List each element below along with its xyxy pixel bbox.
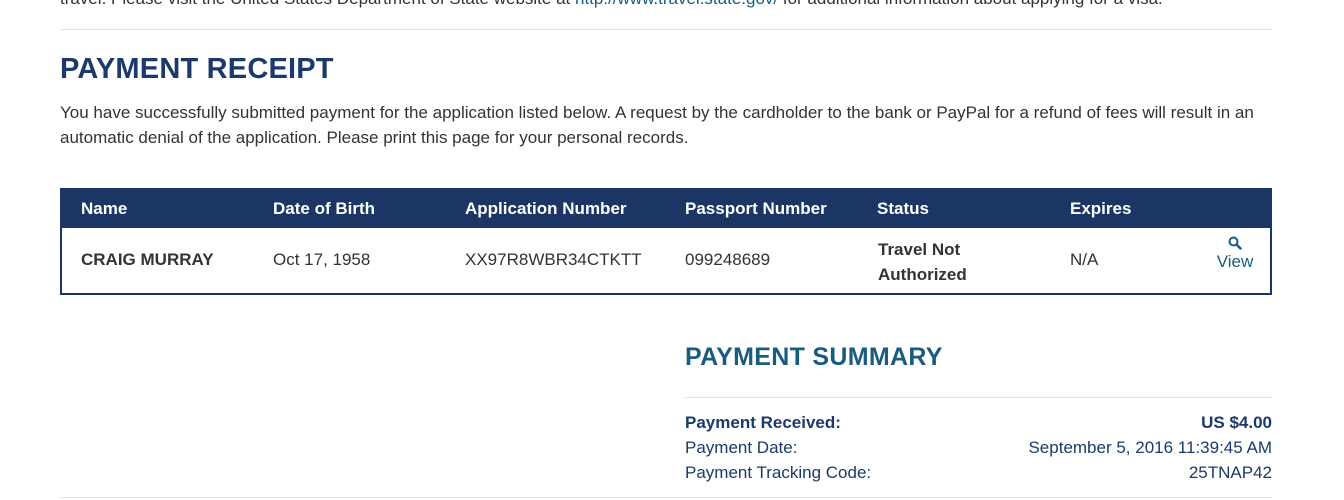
header-passport-number: Passport Number (685, 199, 827, 218)
header-status: Status (877, 199, 929, 218)
header-expires: Expires (1070, 199, 1132, 218)
tracking-code-label: Payment Tracking Code: (685, 463, 872, 482)
payment-summary-title: PAYMENT SUMMARY (685, 343, 943, 371)
table-row: CRAIG MURRAY Oct 17, 1958 XX97R8WBR34CTK… (62, 228, 1270, 293)
payment-received-label: Payment Received: (685, 413, 841, 432)
header-application-number: Application Number (465, 199, 627, 218)
header-date-of-birth: Date of Birth (273, 199, 375, 218)
top-note-text-after: for additional information about applyin… (778, 0, 1163, 8)
payment-date-value: September 5, 2016 11:39:45 AM (1028, 438, 1272, 457)
cell-application-number: XX97R8WBR34CTKTT (465, 250, 642, 269)
cell-name: CRAIG MURRAY (81, 250, 214, 269)
tracking-code-value: 25TNAP42 (1188, 463, 1272, 482)
cell-passport-number: 099248689 (685, 250, 771, 269)
divider-top (60, 29, 1272, 30)
view-label: View (1216, 252, 1254, 271)
travel-state-gov-link[interactable]: http://www.travel.state.gov/ (575, 0, 778, 8)
magnifier-icon (1228, 236, 1242, 250)
summary-divider (685, 397, 1272, 398)
header-name: Name (81, 199, 128, 218)
cell-date-of-birth: Oct 17, 1958 (273, 250, 371, 269)
status-line-1: Travel Not (878, 240, 961, 259)
payment-received-value: US $4.00 (1201, 413, 1272, 432)
top-note-text-before: travel. Please visit the United States D… (60, 0, 575, 8)
cell-status: Travel Not Authorized (878, 237, 967, 287)
applications-table: Name Date of Birth Application Number Pa… (60, 188, 1272, 295)
divider-bottom (60, 497, 1272, 498)
view-application-link[interactable]: View (1210, 236, 1260, 272)
receipt-intro: You have successfully submitted payment … (60, 103, 1254, 147)
status-line-2: Authorized (878, 265, 967, 284)
top-note: travel. Please visit the United States D… (60, 0, 1272, 11)
payment-received-row: Payment Received: US $4.00 (685, 413, 1272, 438)
payment-date-row: Payment Date: September 5, 2016 11:39:45… (685, 438, 1272, 463)
table-header: Name Date of Birth Application Number Pa… (60, 188, 1272, 228)
tracking-code-row: Payment Tracking Code: 25TNAP42 (685, 463, 1272, 488)
cell-expires: N/A (1070, 250, 1099, 269)
payment-date-label: Payment Date: (685, 438, 798, 457)
page-title: PAYMENT RECEIPT (60, 53, 334, 85)
